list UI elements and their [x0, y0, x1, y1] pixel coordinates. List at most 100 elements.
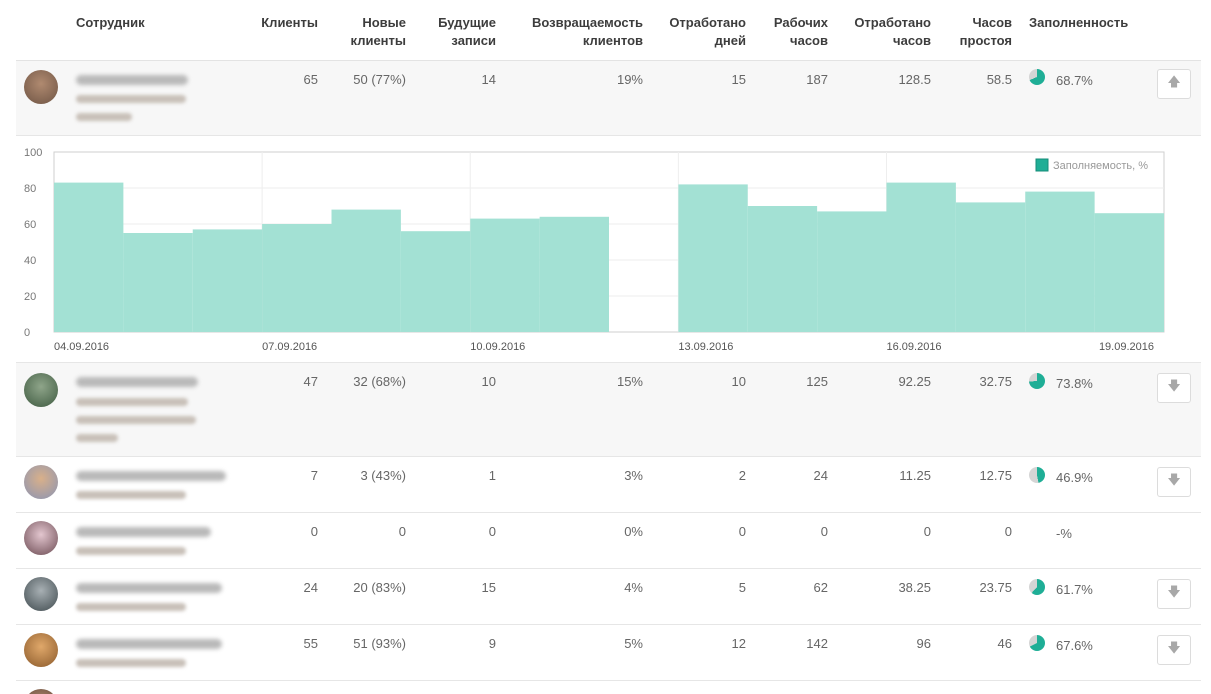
cell-clients: 7	[310, 468, 318, 483]
down-arrow-icon: 🡇	[1167, 640, 1181, 655]
chart-svg: 0 20 40 60 80 100 04.09.2016 07.09.2016 10.09.20…	[24, 147, 1165, 353]
cell-new-clients: 51 (93%)	[353, 636, 406, 651]
chart-bar	[331, 209, 401, 332]
down-arrow-icon: 🡇	[1167, 472, 1181, 487]
chart-bar	[262, 224, 332, 332]
cell-idle: 23.75	[979, 580, 1012, 595]
header-hours-worked[interactable]: Отработано часов	[831, 14, 931, 50]
chart-bar	[470, 218, 540, 332]
header-return-rate[interactable]: Возвращаемость клиентов	[496, 14, 643, 50]
avatar	[24, 689, 58, 694]
cell-return: 5%	[624, 636, 643, 651]
fill-pie-icon	[1029, 579, 1045, 595]
cell-return: 0%	[624, 524, 643, 539]
cell-days: 15	[731, 72, 746, 87]
table-row[interactable]: 0 0 0 0% 0 0 0 0 -%	[16, 513, 1201, 569]
employee-position	[76, 434, 118, 442]
cell-future: 14	[481, 72, 496, 87]
cell-days: 5	[738, 580, 746, 595]
cell-new-clients: 0	[398, 524, 406, 539]
header-days-worked[interactable]: Отработано дней	[646, 14, 746, 50]
table-row[interactable]: 24 20 (83%) 15 4% 5 62 38.25 23.75 61.7%…	[16, 569, 1201, 625]
table-row[interactable]: 65 50 (77%) 14 19% 15 187 128.5 58.5 68.…	[16, 61, 1201, 136]
table-row[interactable]: 47 32 (68%) 10 15% 10 125 92.25 32.75 73…	[16, 363, 1201, 457]
cell-days: 0	[738, 524, 746, 539]
cell-future: 10	[481, 374, 496, 389]
employee-name	[76, 377, 198, 387]
chart-bar	[955, 202, 1026, 332]
expand-button[interactable]: 🡇	[1157, 579, 1191, 609]
cell-return: 4%	[624, 580, 643, 595]
header-clients[interactable]: Клиенты	[236, 14, 318, 32]
down-arrow-icon: 🡇	[1167, 584, 1181, 599]
cell-idle: 0	[1004, 524, 1012, 539]
chart-y-tick-label: 20	[24, 291, 36, 303]
chart-x-tick-label: 13.09.2016	[678, 341, 733, 353]
expand-button[interactable]: 🡇	[1157, 373, 1191, 403]
avatar	[24, 521, 58, 555]
cell-days: 12	[731, 636, 746, 651]
cell-fill: 61.7%	[1056, 582, 1093, 597]
cell-return: 19%	[616, 72, 643, 87]
cell-clients: 24	[303, 580, 318, 595]
employee-name	[76, 639, 222, 649]
cell-fill: 46.9%	[1056, 470, 1093, 485]
cell-fill: 68.7%	[1056, 73, 1093, 88]
cell-fill: -%	[1056, 526, 1072, 541]
cell-fill: 67.6%	[1056, 638, 1093, 653]
table-header: Сотрудник Клиенты Новые клиенты Будущие за…	[16, 0, 1201, 61]
fill-rate-chart: 0 20 40 60 80 100 04.09.2016 07.09.2016 10.09.20…	[16, 136, 1201, 363]
cell-worked-hours: 0	[923, 524, 931, 539]
header-fill-rate[interactable]: Заполненность	[1029, 14, 1128, 32]
cell-work-hours: 142	[806, 636, 828, 651]
cell-work-hours: 24	[813, 468, 828, 483]
cell-idle: 46	[997, 636, 1012, 651]
table-row[interactable]: 7 3 (43%) 1 3% 2 24 11.25 12.75 46.9% 🡇	[16, 457, 1201, 513]
employee-position	[76, 603, 186, 611]
cell-new-clients: 32 (68%)	[353, 374, 406, 389]
chart-x-tick-label: 10.09.2016	[470, 341, 525, 353]
table-row[interactable]: 55 51 (93%) 9 5% 12 142 96 46 67.6% 🡇	[16, 625, 1201, 681]
header-new-clients[interactable]: Новые клиенты	[316, 14, 406, 50]
cell-clients: 47	[303, 374, 318, 389]
table-row[interactable]	[16, 681, 1201, 694]
chart-x-tick-label: 07.09.2016	[262, 341, 317, 353]
fill-pie-icon	[1029, 373, 1045, 389]
avatar	[24, 373, 58, 407]
employee-position	[76, 659, 186, 667]
cell-clients: 55	[303, 636, 318, 651]
header-employee[interactable]: Сотрудник	[76, 14, 145, 32]
chart-y-tick-label: 80	[24, 183, 36, 195]
fill-pie-icon	[1029, 635, 1045, 651]
cell-work-hours: 0	[820, 524, 828, 539]
chart-bar	[539, 216, 609, 332]
chart-legend-label: Заполняемость, %	[1053, 160, 1148, 172]
employee-position	[76, 416, 196, 424]
header-future-records[interactable]: Будущие записи	[406, 14, 496, 50]
chart-x-tick-label: 19.09.2016	[1099, 341, 1154, 353]
employee-position	[76, 398, 188, 406]
chart-y-tick-label: 60	[24, 219, 36, 231]
header-work-hours[interactable]: Рабочих часов	[746, 14, 828, 50]
cell-new-clients: 20 (83%)	[353, 580, 406, 595]
fill-pie-icon	[1029, 467, 1045, 483]
employee-name	[76, 583, 222, 593]
chart-y-tick-label: 0	[24, 327, 30, 339]
cell-fill: 73.8%	[1056, 376, 1093, 391]
cell-idle: 12.75	[979, 468, 1012, 483]
collapse-button[interactable]: 🡅	[1157, 69, 1191, 99]
cell-idle: 32.75	[979, 374, 1012, 389]
chart-bar	[678, 184, 748, 332]
expand-button[interactable]: 🡇	[1157, 467, 1191, 497]
cell-future: 15	[481, 580, 496, 595]
chart-bar	[123, 233, 193, 332]
chart-bar	[1094, 213, 1164, 332]
expand-button[interactable]: 🡇	[1157, 635, 1191, 665]
cell-days: 10	[731, 374, 746, 389]
fill-pie-icon	[1029, 69, 1045, 85]
employee-position	[76, 113, 132, 121]
chart-bar	[1025, 191, 1095, 332]
header-idle-hours[interactable]: Часов простоя	[931, 14, 1012, 50]
employee-name	[76, 75, 188, 85]
up-arrow-icon: 🡅	[1167, 74, 1181, 89]
